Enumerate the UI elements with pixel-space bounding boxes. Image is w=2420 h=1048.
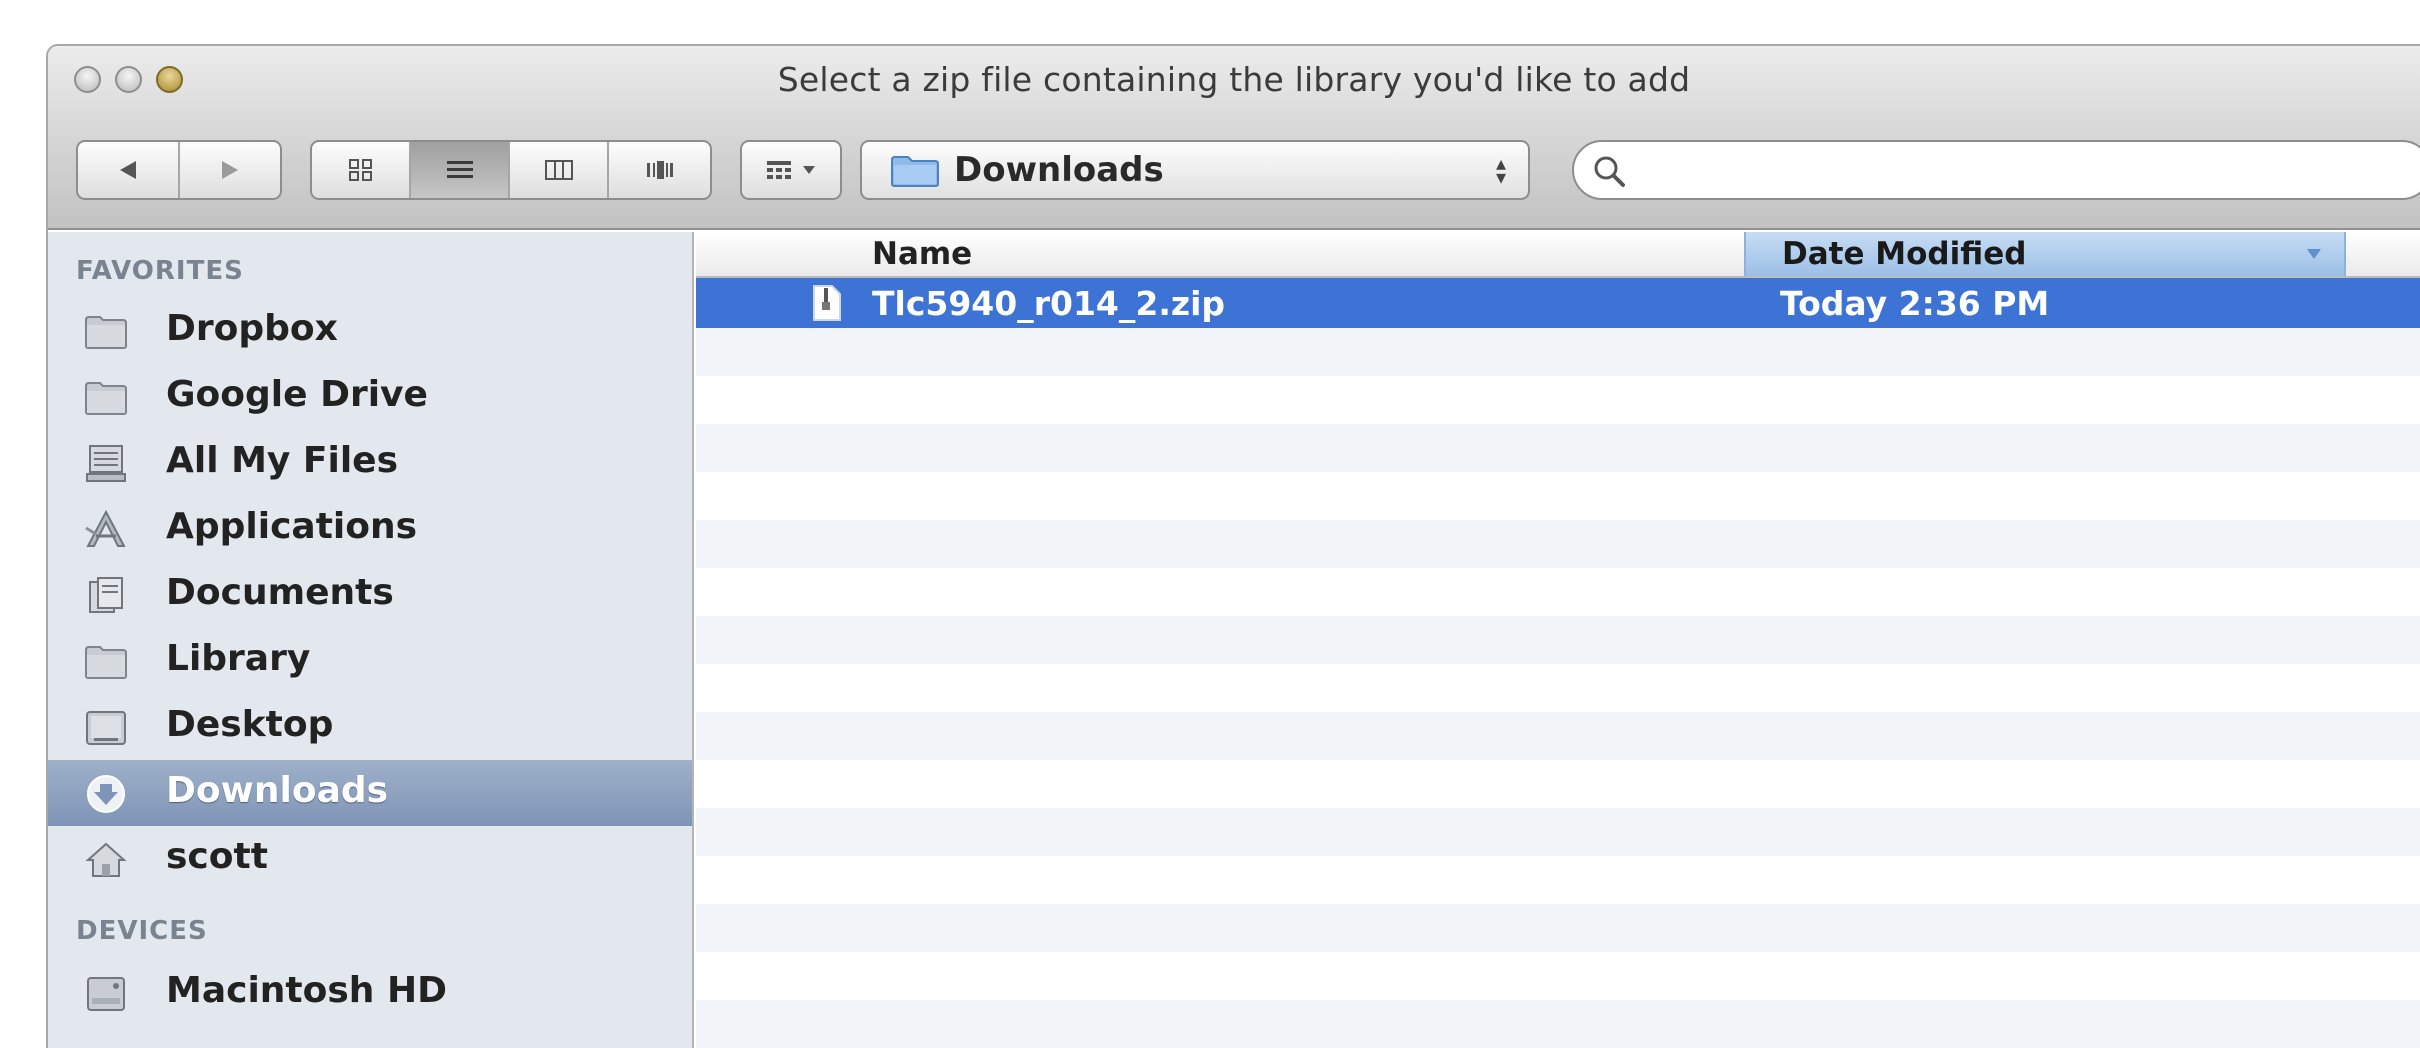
list-view-icon [446,161,473,178]
arrange-grid-icon [767,161,791,179]
open-file-dialog: Select a zip file containing the library… [46,44,2420,1048]
table-row[interactable]: Tlc5940_r014_2.zip Today 2:36 PM [696,278,2420,328]
back-button[interactable] [78,142,180,198]
list-view-button[interactable] [411,142,511,198]
sidebar-item-macintosh-hd[interactable]: Macintosh HD [48,960,692,1026]
sidebar-item-label: Applications [166,506,418,547]
file-name: Tlc5940_r014_2.zip [872,284,1226,323]
window-title: Select a zip file containing the library… [777,60,1691,99]
sidebar-item-label: Desktop [166,704,334,745]
column-view-icon [544,160,573,180]
title-toolbar: Select a zip file containing the library… [48,46,2420,230]
column-view-button[interactable] [510,142,610,198]
sidebar: FAVORITES Dropbox Google Drive All My Fi… [48,232,694,1048]
search-input[interactable] [1636,150,2396,190]
sidebar-item-label: Dropbox [166,308,338,349]
sidebar-item-desktop[interactable]: Desktop [48,694,692,760]
folder-icon [85,382,127,415]
column-header-name[interactable]: Name [872,236,972,272]
file-list: Name Date Modified Tlc5940_r014_2.zip To… [696,232,2420,1048]
search-icon [1594,156,1625,187]
sidebar-item-library[interactable]: Library [48,628,692,694]
sidebar-item-label: Downloads [166,770,389,811]
forward-button[interactable] [180,142,280,198]
documents-icon [89,577,123,613]
downloads-folder-icon [891,156,939,187]
sidebar-item-google-drive[interactable]: Google Drive [48,364,692,430]
sidebar-item-label: Documents [166,572,394,613]
chevron-down-icon [803,166,815,174]
icon-view-icon [348,159,372,181]
sidebar-item-label: All My Files [166,440,399,481]
search-field[interactable] [1572,140,2420,200]
zip-file-icon [813,285,841,321]
sidebar-item-dropbox[interactable]: Dropbox [48,298,692,364]
column-header-bar: Name Date Modified [696,232,2420,278]
home-icon [85,842,127,877]
arrange-segment[interactable] [742,142,840,198]
column-header-date-label: Date Modified [1782,236,2027,272]
sidebar-item-scott[interactable]: scott [48,826,692,892]
devices-header: DEVICES [76,916,208,946]
file-date: Today 2:36 PM [1780,284,2050,323]
folder-icon [85,316,127,349]
sidebar-item-documents[interactable]: Documents [48,562,692,628]
nav-buttons [76,140,282,200]
sidebar-item-label: Library [166,638,311,679]
sidebar-item-all-my-files[interactable]: All My Files [48,430,692,496]
favorites-header: FAVORITES [76,256,244,286]
cover-flow-button[interactable] [609,142,710,198]
sidebar-item-label: Google Drive [166,374,428,415]
forward-arrow-icon [222,161,238,179]
hard-drive-icon [87,977,125,1011]
sidebar-item-downloads[interactable]: Downloads [48,760,692,826]
view-mode-buttons [310,140,712,200]
cover-flow-icon [646,161,673,179]
column-header-date-modified[interactable]: Date Modified [1744,232,2346,276]
downloads-icon [87,775,125,813]
location-label: Downloads [954,150,1164,190]
sidebar-item-label: Macintosh HD [166,970,447,1011]
updown-arrows-icon: ▴ ▾ [1495,151,1506,189]
folder-icon [85,646,127,679]
back-arrow-icon [120,161,136,179]
sidebar-item-applications[interactable]: Applications [48,496,692,562]
all-files-icon [86,445,126,482]
icon-view-button[interactable] [312,142,412,198]
applications-icon [85,509,126,547]
desktop-icon [86,711,126,745]
sort-descending-icon [2307,249,2321,259]
arrange-button[interactable] [740,140,842,200]
location-popup[interactable]: Downloads ▴ ▾ [860,140,1530,200]
sidebar-item-label: scott [166,836,268,877]
